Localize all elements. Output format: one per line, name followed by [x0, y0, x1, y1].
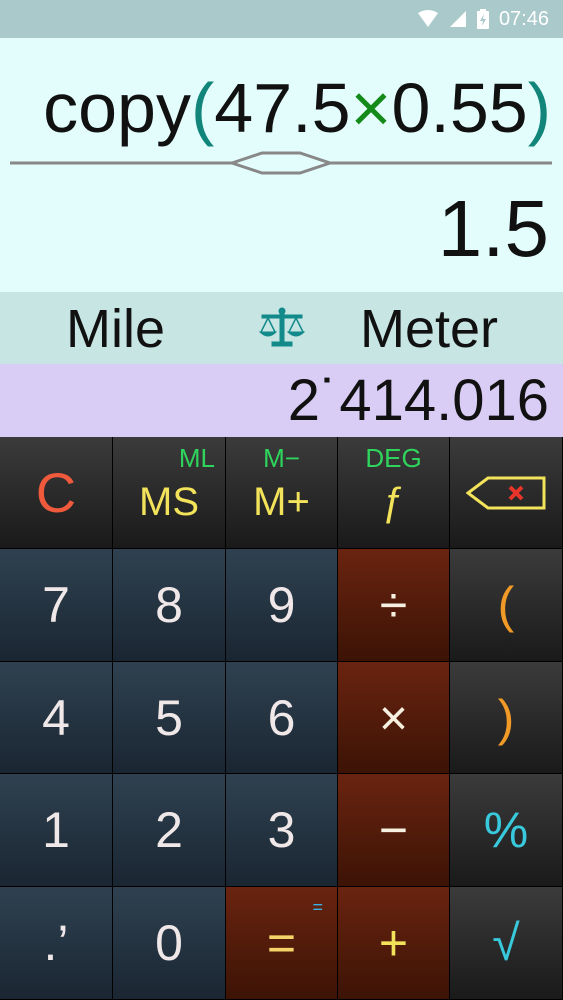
- digit-0-button[interactable]: 0: [113, 887, 226, 1000]
- battery-charging-icon: [476, 9, 489, 29]
- digit-2-button[interactable]: 2: [113, 774, 226, 887]
- expression-operator: ×: [350, 69, 392, 147]
- wifi-icon: [417, 10, 439, 28]
- memory-load-label: ML: [178, 443, 215, 473]
- backspace-button[interactable]: [450, 437, 563, 549]
- converted-value: 2˙414.016: [287, 368, 549, 433]
- expression-close-paren: ): [527, 69, 551, 147]
- digit-6-button[interactable]: 6: [226, 662, 338, 774]
- status-time: 07:46: [498, 7, 549, 30]
- close-paren-button[interactable]: ): [450, 662, 563, 774]
- square-root-button[interactable]: √: [450, 887, 563, 1000]
- decimal-point-button[interactable]: .’: [0, 887, 113, 1000]
- expression-right-operand: 0.55: [391, 69, 528, 147]
- equals-button[interactable]: = =: [226, 887, 338, 1000]
- result-value: 1.5: [437, 184, 549, 273]
- clear-button[interactable]: C: [0, 437, 113, 549]
- digit-7-button[interactable]: 7: [0, 549, 113, 662]
- converted-value-bar: 2˙414.016: [0, 364, 563, 437]
- expression-prefix: copy: [43, 69, 191, 147]
- expression-left-operand: 47.5: [214, 69, 351, 147]
- cell-signal-icon: [449, 10, 467, 28]
- expression-open-paren: (: [190, 69, 215, 147]
- balance-scale-icon[interactable]: [258, 306, 306, 350]
- equals-mode-label: =: [312, 897, 323, 917]
- display-divider[interactable]: [10, 148, 552, 178]
- function-button[interactable]: DEG ƒ: [338, 437, 450, 549]
- divide-button[interactable]: ÷: [338, 549, 450, 662]
- unit-to[interactable]: Meter: [360, 298, 498, 360]
- status-bar: 07:46: [0, 0, 563, 38]
- memory-store-button[interactable]: ML MS: [113, 437, 226, 549]
- calculator-display: copy(47.5×0.55) 1.5: [0, 38, 563, 292]
- expression-line[interactable]: copy(47.5×0.55): [0, 68, 551, 148]
- open-paren-button[interactable]: (: [450, 549, 563, 662]
- unit-from[interactable]: Mile: [66, 298, 165, 360]
- digit-3-button[interactable]: 3: [226, 774, 338, 887]
- percent-button[interactable]: %: [450, 774, 563, 887]
- subtract-button[interactable]: −: [338, 774, 450, 887]
- memory-subtract-label: M−: [263, 443, 300, 473]
- digit-5-button[interactable]: 5: [113, 662, 226, 774]
- backspace-icon: [466, 476, 546, 509]
- degree-mode-label: DEG: [365, 443, 422, 473]
- keypad: C ML MS M− M+ DEG ƒ 7 8 9 ÷ ( 4 5 6 × ) …: [0, 437, 563, 1000]
- digit-4-button[interactable]: 4: [0, 662, 113, 774]
- digit-1-button[interactable]: 1: [0, 774, 113, 887]
- digit-9-button[interactable]: 9: [226, 549, 338, 662]
- multiply-button[interactable]: ×: [338, 662, 450, 774]
- add-button[interactable]: +: [338, 887, 450, 1000]
- digit-8-button[interactable]: 8: [113, 549, 226, 662]
- memory-add-button[interactable]: M− M+: [226, 437, 338, 549]
- unit-converter-bar: Mile Meter: [0, 292, 563, 364]
